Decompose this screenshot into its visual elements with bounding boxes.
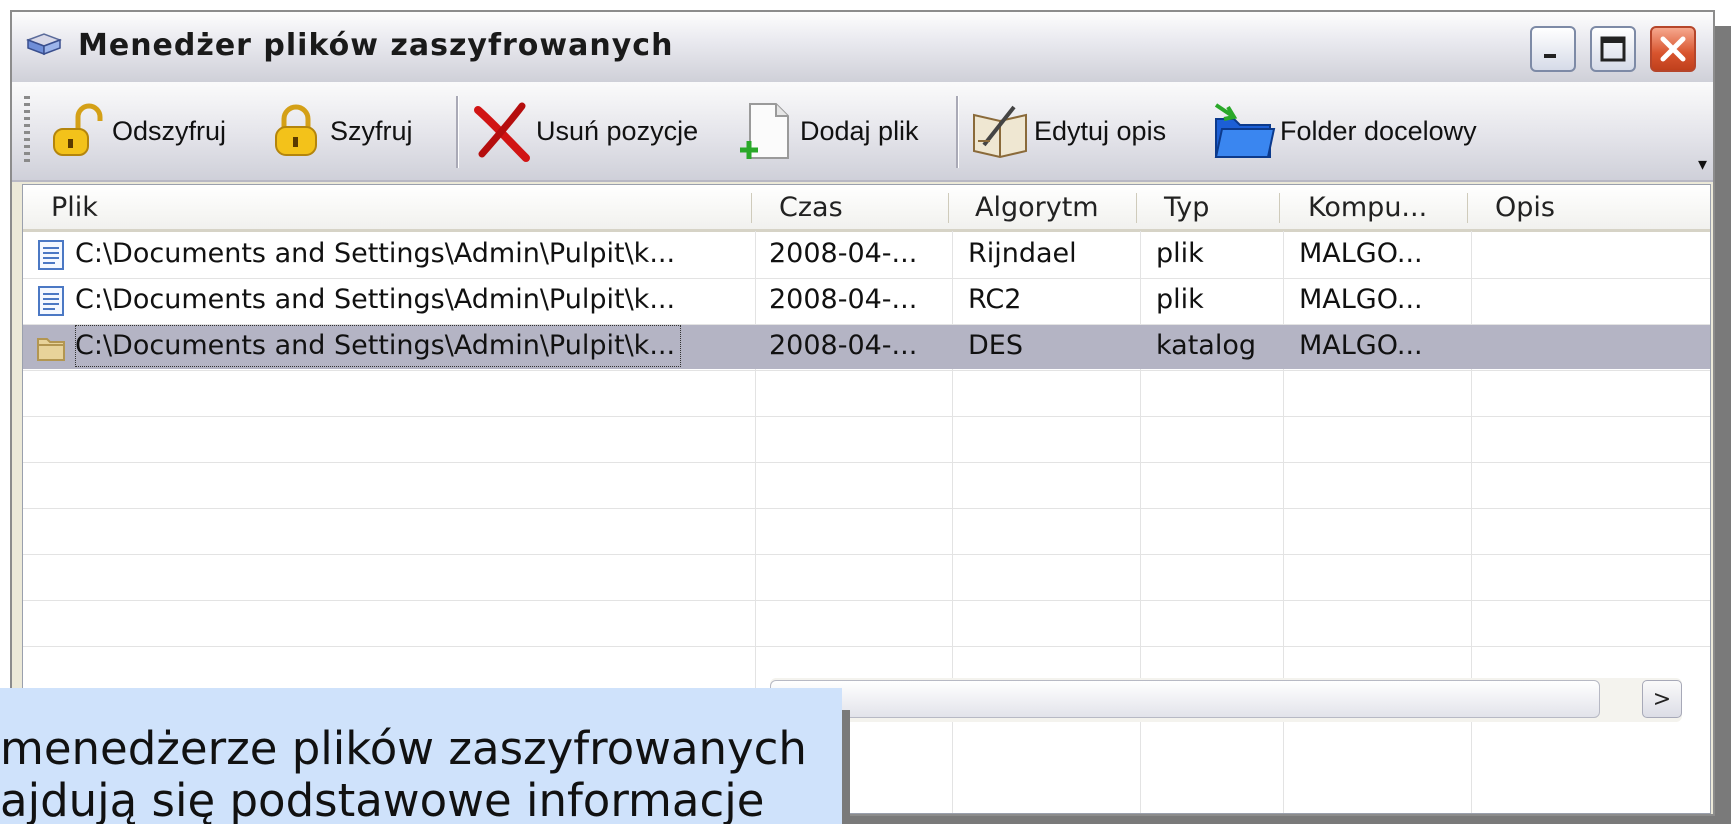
decrypt-button[interactable]: Odszyfruj: [48, 98, 226, 164]
app-icon: [26, 33, 62, 56]
cell-czas: 2008-04-...: [769, 284, 918, 315]
edit-description-label: Edytuj opis: [1034, 115, 1167, 146]
grid-line: [23, 370, 1710, 371]
column-divider[interactable]: [948, 193, 949, 223]
toolbar-grip[interactable]: [24, 96, 30, 166]
minimize-button[interactable]: [1530, 26, 1576, 72]
window-title: Menedżer plików zaszyfrowanych: [78, 28, 674, 63]
add-file-label: Dodaj plik: [800, 115, 919, 146]
maximize-button[interactable]: [1590, 26, 1636, 72]
cell-typ: plik: [1156, 238, 1204, 269]
table-row[interactable]: C:\Documents and Settings\Admin\Pulpit\k…: [23, 279, 1710, 323]
grid-line: [23, 646, 1710, 647]
scroll-right-button[interactable]: >: [1642, 680, 1682, 718]
column-header-czas[interactable]: Czas: [779, 189, 843, 225]
list-header: Plik Czas Algorytm Typ Kompu... Opis: [23, 185, 1710, 232]
document-icon: [38, 240, 64, 270]
callout-line-2: ajdują się podstawowe informacje: [0, 774, 765, 824]
folder-icon: [37, 338, 65, 361]
chevron-down-icon[interactable]: ▾: [1698, 154, 1707, 175]
title-bar[interactable]: Menedżer plików zaszyfrowanych: [12, 12, 1713, 83]
column-divider[interactable]: [1279, 193, 1280, 223]
cell-czas: 2008-04-...: [769, 238, 918, 269]
cell-algorytm: RC2: [968, 284, 1022, 315]
column-header-typ[interactable]: Typ: [1164, 189, 1209, 225]
column-header-algorytm[interactable]: Algorytm: [975, 189, 1099, 225]
close-icon: [1660, 36, 1686, 62]
remove-items-button[interactable]: Usuń pozycje: [470, 98, 698, 164]
minimize-icon: [1544, 54, 1556, 58]
table-row[interactable]: C:\Documents and Settings\Admin\Pulpit\k…: [23, 233, 1710, 277]
encrypt-button[interactable]: Szyfruj: [266, 98, 413, 164]
cell-plik: C:\Documents and Settings\Admin\Pulpit\k…: [75, 330, 676, 361]
cell-typ: plik: [1156, 284, 1204, 315]
toolbar-separator: [956, 96, 959, 168]
remove-items-label: Usuń pozycje: [536, 115, 699, 146]
cell-plik: C:\Documents and Settings\Admin\Pulpit\k…: [75, 238, 676, 269]
column-header-plik[interactable]: Plik: [51, 189, 98, 225]
close-button[interactable]: [1650, 26, 1696, 72]
cell-komputer: MALGO...: [1299, 330, 1423, 361]
edit-book-icon: [973, 105, 1027, 159]
column-divider[interactable]: [1136, 193, 1137, 223]
edit-description-button[interactable]: Edytuj opis: [970, 98, 1166, 164]
document-icon: [38, 286, 64, 316]
table-row-selected[interactable]: C:\Documents and Settings\Admin\Pulpit\k…: [23, 325, 1710, 369]
callout-line-1: menedżerze plików zaszyfrowanych: [0, 722, 807, 775]
blue-folder-icon: [1214, 103, 1276, 158]
encrypt-label: Szyfruj: [330, 115, 413, 146]
cell-komputer: MALGO...: [1299, 238, 1423, 269]
red-x-icon: [474, 102, 530, 162]
toolbar: Odszyfruj Szyfruj Usuń pozycje Dodaj pli…: [12, 82, 1713, 182]
cell-czas: 2008-04-...: [769, 330, 918, 361]
cell-plik: C:\Documents and Settings\Admin\Pulpit\k…: [75, 284, 676, 315]
chevron-right-icon: >: [1652, 686, 1672, 712]
grid-line: [23, 508, 1710, 509]
add-file-button[interactable]: Dodaj plik: [736, 98, 919, 164]
decrypt-label: Odszyfruj: [112, 115, 227, 146]
column-header-komputer[interactable]: Kompu...: [1308, 189, 1427, 225]
cell-komputer: MALGO...: [1299, 284, 1423, 315]
add-file-icon: [740, 103, 789, 159]
column-header-opis[interactable]: Opis: [1495, 189, 1555, 225]
caption-callout: menedżerze plików zaszyfrowanych ajdują …: [0, 688, 842, 824]
locked-padlock-icon: [275, 104, 317, 156]
grid-line: [23, 554, 1710, 555]
cell-algorytm: DES: [968, 330, 1023, 361]
target-folder-label: Folder docelowy: [1280, 115, 1477, 146]
scrollbar-thumb[interactable]: [770, 680, 1600, 718]
grid-line: [23, 462, 1710, 463]
horizontal-scrollbar[interactable]: >: [770, 678, 1682, 722]
cell-typ: katalog: [1156, 330, 1256, 361]
cell-algorytm: Rijndael: [968, 238, 1077, 269]
maximize-icon: [1600, 36, 1626, 62]
grid-line: [23, 416, 1710, 417]
grid-line: [23, 600, 1710, 601]
column-divider[interactable]: [751, 193, 752, 223]
unlocked-padlock-icon: [53, 103, 103, 156]
target-folder-button[interactable]: Folder docelowy: [1212, 98, 1477, 164]
column-divider[interactable]: [1467, 193, 1468, 223]
toolbar-separator: [456, 96, 459, 168]
